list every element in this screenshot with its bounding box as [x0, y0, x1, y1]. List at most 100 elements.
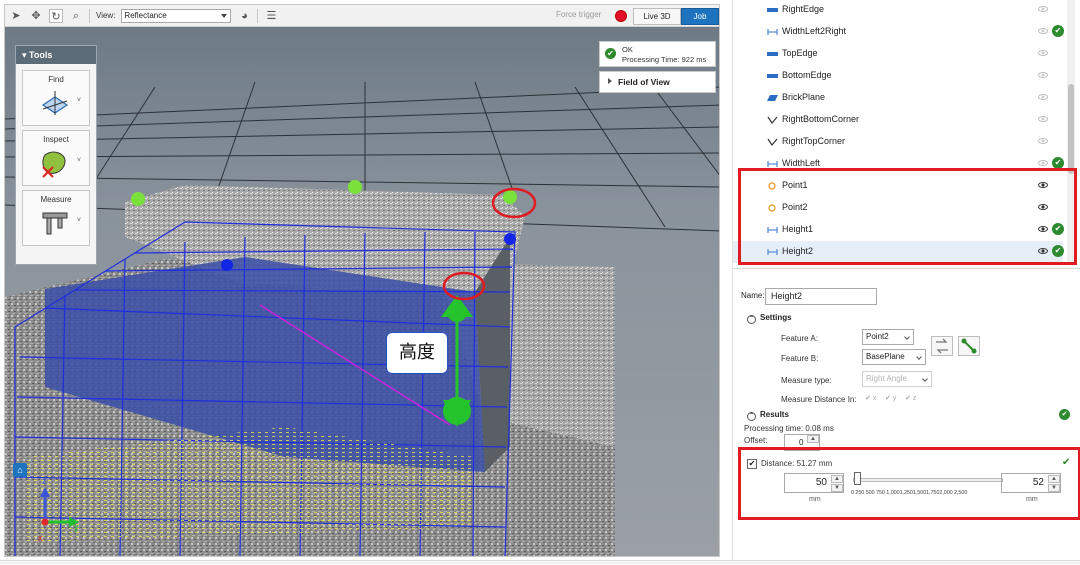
spin-down-icon[interactable]: ▼ [831, 484, 843, 492]
tree-item[interactable]: BrickPlane [733, 87, 1063, 109]
corner-icon [767, 116, 778, 125]
live-3d-button[interactable]: Live 3D [633, 8, 681, 25]
tree-item[interactable]: WidthLeft2Right ✔ [733, 21, 1064, 43]
feature-a-select[interactable]: Point2 [862, 329, 914, 345]
axis-x-checkbox[interactable]: ✔ x [865, 394, 876, 404]
distance-ok-icon: ✔ [1062, 457, 1071, 468]
eye-icon[interactable] [1038, 182, 1048, 188]
inspect-shape-icon [42, 151, 66, 178]
axis-y-checkbox[interactable]: ✔ y [885, 394, 896, 404]
tool-label: Measure [40, 195, 72, 204]
pointer-icon[interactable]: ➤ [9, 9, 23, 23]
tool-label: Inspect [43, 135, 69, 144]
measure-tool-button[interactable]: Measure ˅ [22, 190, 90, 246]
tree-item-label: BrickPlane [782, 92, 826, 102]
eye-icon[interactable] [1038, 72, 1048, 78]
status-text: OK [622, 45, 633, 54]
tree-item[interactable]: Point2 [733, 197, 1063, 219]
home-icon[interactable]: ⌂ [13, 463, 27, 477]
eye-icon[interactable] [1038, 6, 1048, 12]
collapse-icon: ⌃ [747, 315, 756, 324]
distance-checkbox[interactable]: ✔ [747, 459, 757, 469]
settings-section-header[interactable]: ⌃ Settings [747, 313, 792, 324]
spin-up-icon[interactable]: ▲ [807, 435, 819, 443]
tree-item[interactable]: RightTopCorner [733, 131, 1063, 153]
record-icon[interactable] [615, 10, 627, 22]
3d-scene[interactable]: z y x ▾ Tools Find ˅ Inspect ˅ Measure ˅… [5, 27, 719, 556]
eye-icon[interactable] [1038, 226, 1048, 232]
point-marker[interactable] [503, 190, 517, 204]
app-window: ➤ ✥ ↻ ⌕ View: Reflectance ◕ ☰ Force trig… [0, 0, 1080, 565]
job-button[interactable]: Job [681, 8, 719, 25]
zoom-icon[interactable]: ⌕ [69, 9, 83, 23]
force-trigger-button[interactable]: Force trigger [556, 10, 601, 19]
eye-icon[interactable] [1038, 248, 1048, 254]
tree-item[interactable]: WidthLeft ✔ [733, 153, 1064, 175]
tree-item[interactable]: Point1 [733, 175, 1063, 197]
feature-b-label: Feature B: [781, 354, 819, 363]
scrollbar-thumb[interactable] [1068, 84, 1074, 174]
spin-up-icon[interactable]: ▲ [1048, 475, 1060, 483]
tree-item-label: BottomEdge [782, 70, 832, 80]
measure-type-select[interactable]: Right Angle [862, 371, 932, 387]
point-marker[interactable] [348, 180, 362, 194]
name-input[interactable]: Height2 [765, 288, 877, 305]
tree-item[interactable]: Height2 ✔ [733, 241, 1064, 263]
view-select-value: Reflectance [124, 10, 167, 20]
tree-item-label: Height2 [782, 246, 814, 256]
point-marker[interactable] [131, 192, 145, 206]
inspect-tool-button[interactable]: Inspect ˅ [22, 130, 90, 186]
tree-scrollbar[interactable] [1067, 0, 1075, 262]
link-features-button[interactable] [958, 336, 980, 356]
tree-item[interactable]: Height1 ✔ [733, 219, 1064, 241]
link-icon [961, 338, 977, 354]
axis-z-checkbox[interactable]: ✔ z [905, 394, 916, 404]
distance-value: Distance: 51.27 mm [761, 459, 833, 468]
ok-check-icon: ✔ [1052, 245, 1064, 257]
palette-icon[interactable]: ◕ [237, 9, 251, 23]
svg-text:x: x [38, 533, 43, 543]
view-select[interactable]: Reflectance [121, 8, 232, 23]
eye-icon[interactable] [1038, 28, 1048, 34]
eye-icon[interactable] [1038, 138, 1048, 144]
tree-item-label: WidthLeft [782, 158, 821, 168]
toolbar-divider [89, 8, 90, 23]
tree-item[interactable]: RightBottomCorner [733, 109, 1063, 131]
view-label: View: [96, 11, 116, 20]
3d-viewport[interactable]: ➤ ✥ ↻ ⌕ View: Reflectance ◕ ☰ Force trig… [4, 4, 720, 557]
eye-icon[interactable] [1038, 160, 1048, 166]
tree-item-label: Height1 [782, 224, 814, 234]
eye-icon[interactable] [1038, 116, 1048, 122]
spin-down-icon[interactable]: ▼ [1048, 484, 1060, 492]
point-marker[interactable] [504, 233, 516, 245]
axis-x-label: x [872, 395, 877, 402]
tree-item[interactable]: RightEdge [733, 0, 1063, 21]
feature-tree[interactable]: RightEdge WidthLeft2Right ✔ TopEdge BottomEd… [733, 0, 1075, 265]
spin-up-icon[interactable]: ▲ [831, 475, 843, 483]
width-icon [767, 160, 778, 168]
tree-item[interactable]: TopEdge [733, 43, 1063, 65]
find-tool-button[interactable]: Find ˅ [22, 70, 90, 126]
eye-icon[interactable] [1038, 94, 1048, 100]
tree-item[interactable]: BottomEdge [733, 65, 1063, 87]
status-bar [0, 560, 1080, 565]
width-icon [767, 226, 778, 234]
tree-item-label: TopEdge [782, 48, 818, 58]
swap-features-button[interactable] [931, 336, 953, 356]
results-section-header[interactable]: ⌃ Results [747, 410, 789, 421]
tools-header[interactable]: ▾ Tools [16, 46, 96, 64]
list-icon[interactable]: ☰ [264, 9, 278, 23]
rotate-icon[interactable]: ↻ [49, 8, 63, 23]
feature-b-select[interactable]: BasePlane [862, 349, 926, 365]
point-marker[interactable] [221, 259, 233, 271]
eye-icon[interactable] [1038, 50, 1048, 56]
feature-b-value: BasePlane [866, 352, 905, 361]
field-of-view-toggle[interactable]: Field of View [599, 71, 716, 93]
swap-icon [936, 338, 948, 354]
right-panel: RightEdge WidthLeft2Right ✔ TopEdge BottomEd… [732, 0, 1080, 565]
range-slider[interactable] [853, 478, 1003, 482]
name-label: Name: [741, 291, 765, 300]
range-slider-thumb[interactable] [854, 472, 861, 485]
eye-icon[interactable] [1038, 204, 1048, 210]
pan-icon[interactable]: ✥ [29, 9, 43, 23]
